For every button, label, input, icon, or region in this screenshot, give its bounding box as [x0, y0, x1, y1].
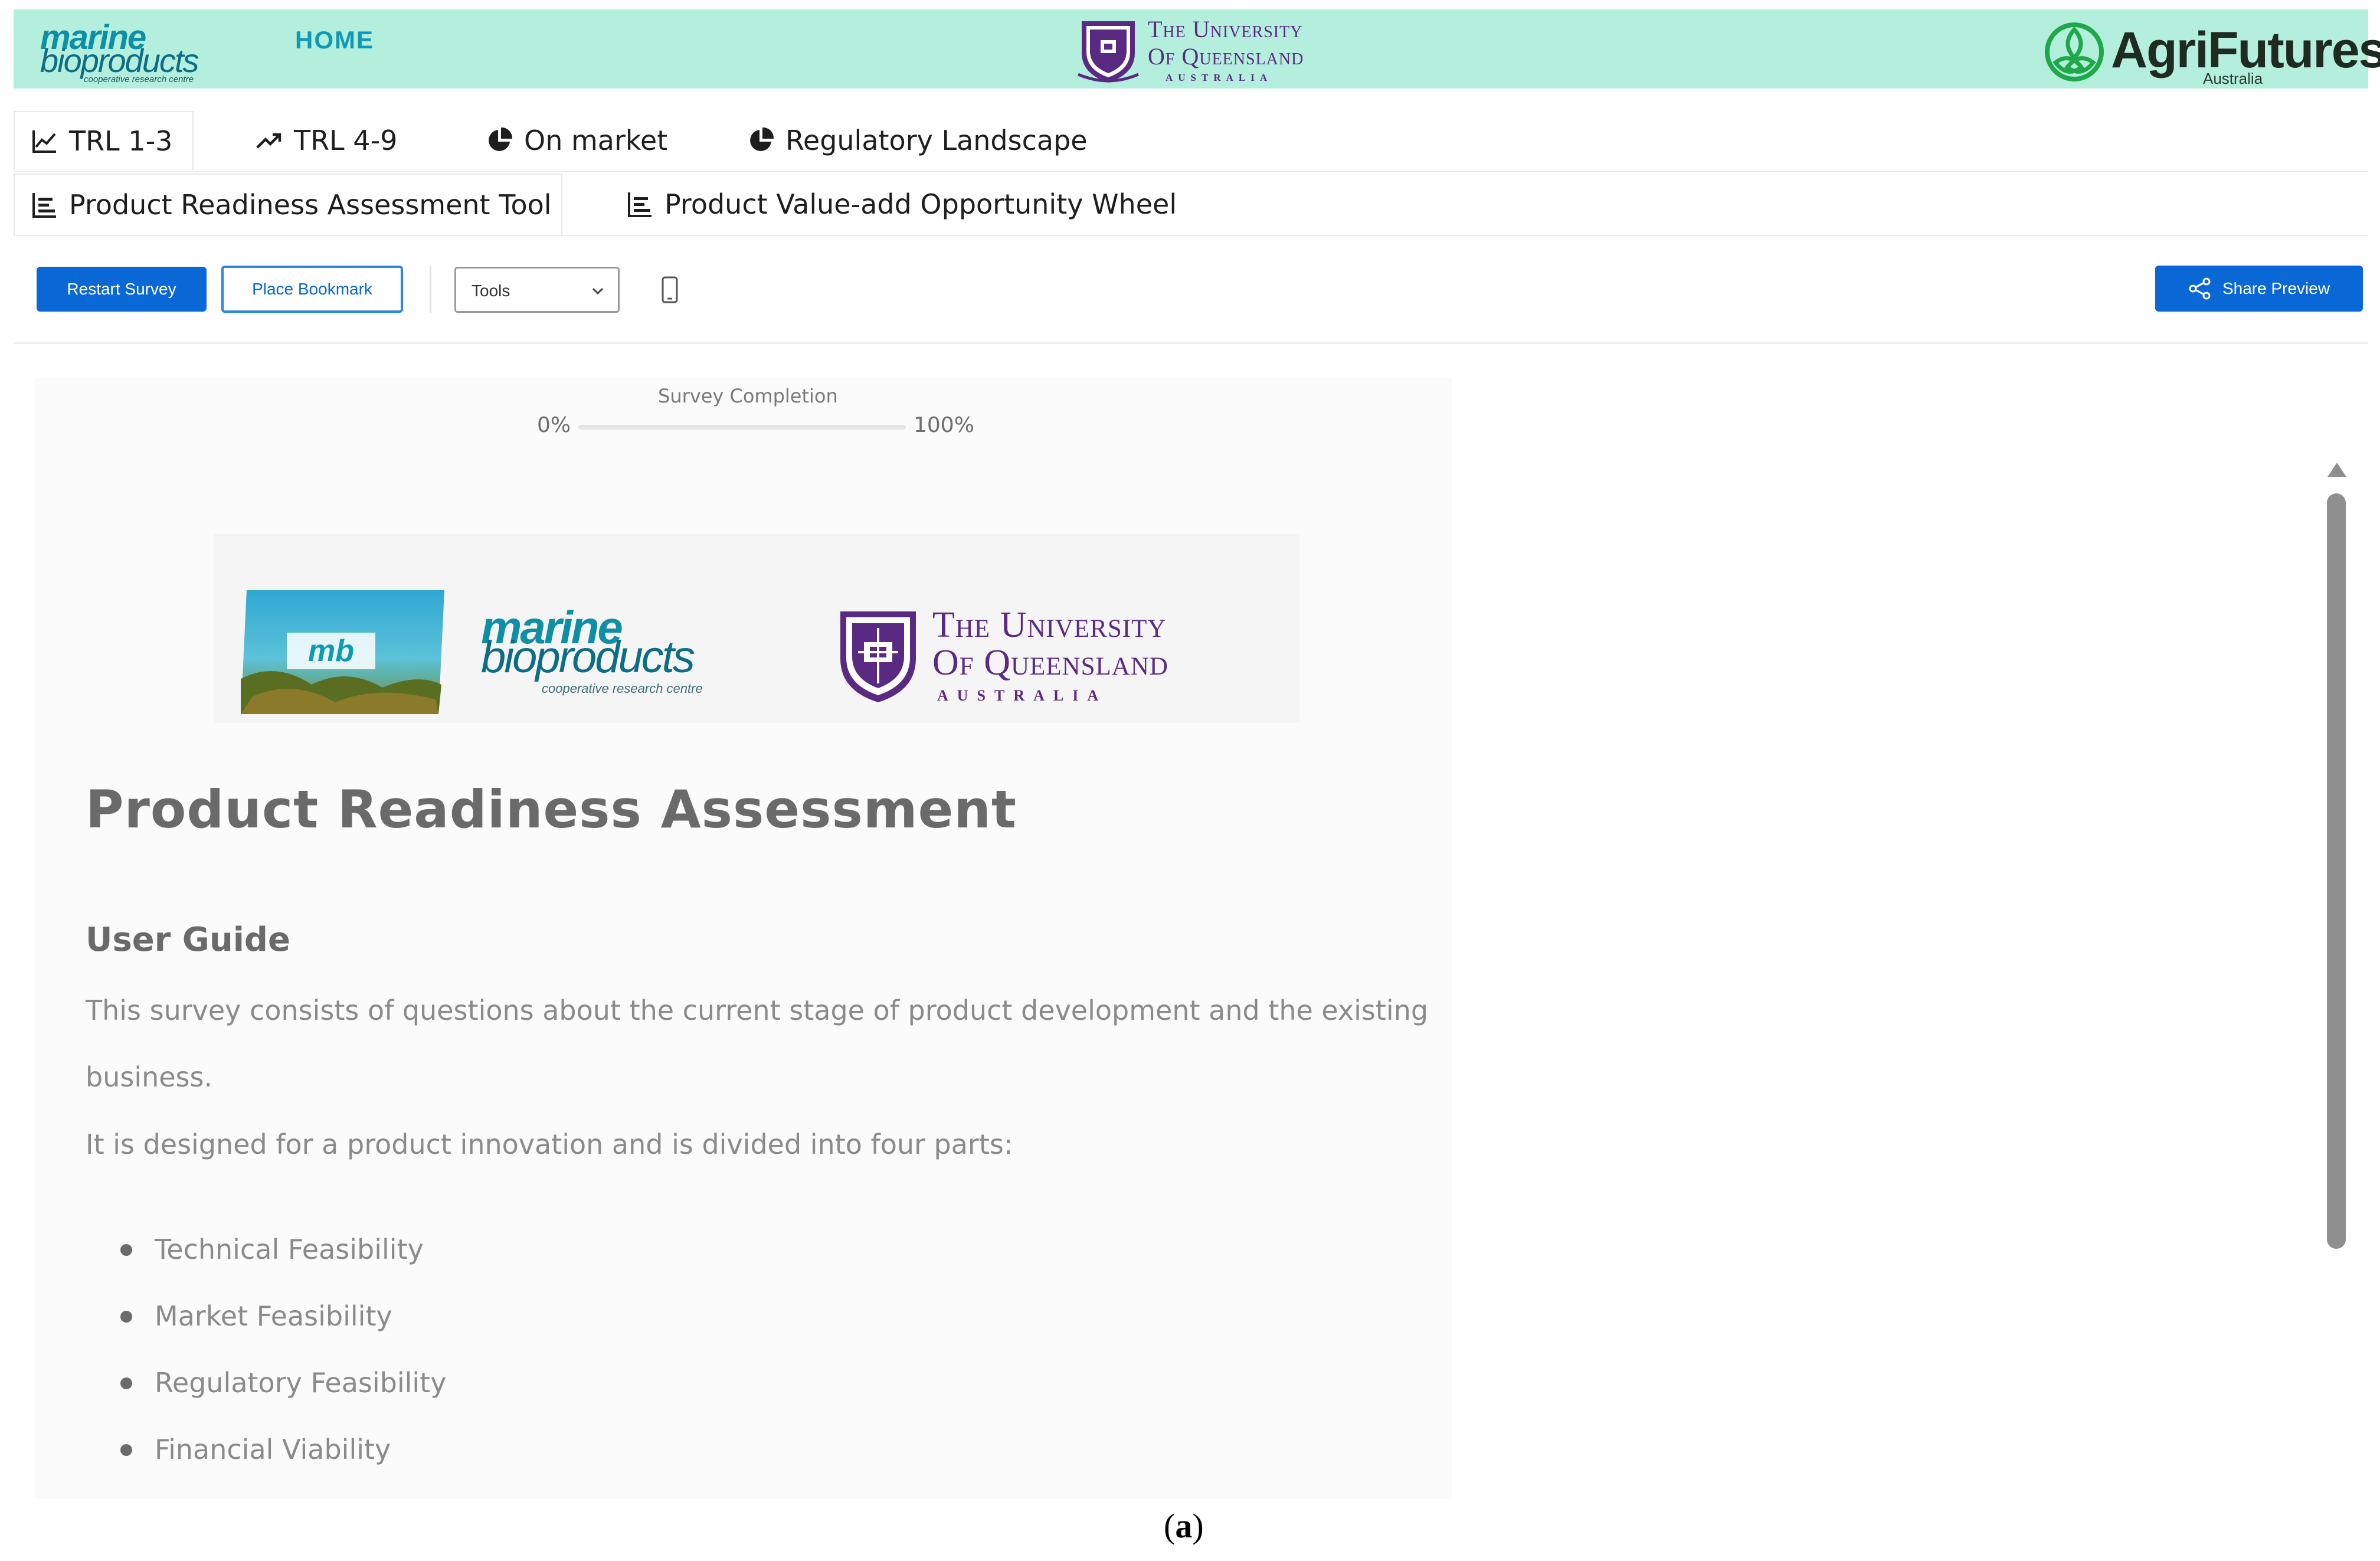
- survey-completion-label: Survey Completion: [658, 385, 838, 407]
- bar-chart-icon: [628, 192, 652, 217]
- pie-chart-icon: [750, 127, 774, 151]
- uq-logo-line2: Of Queensland: [1148, 43, 1304, 70]
- mb-badge-text: mb: [308, 634, 354, 668]
- tab-label: Regulatory Landscape: [785, 125, 1088, 156]
- list-item: Technical Feasibility: [118, 1233, 446, 1300]
- agrifutures-mark-icon: [2045, 22, 2104, 81]
- marine-bioproducts-photo-logo: mb: [241, 590, 444, 714]
- page-title: Product Readiness Assessment: [86, 779, 1017, 840]
- uq-logo-line3: AUSTRALIA: [937, 687, 1108, 704]
- uq-logo-line1: The University: [932, 605, 1167, 645]
- progress-max-label: 100%: [914, 413, 974, 437]
- caption-open: (: [1164, 1507, 1176, 1545]
- toolbar-divider-line: [14, 342, 2368, 344]
- home-link[interactable]: HOME: [295, 26, 374, 54]
- uq-logo-line2: Of Queensland: [932, 643, 1168, 683]
- place-bookmark-label: Place Bookmark: [252, 280, 372, 298]
- uq-logo-line1: The University: [1148, 16, 1303, 42]
- tab-on-market[interactable]: On market: [485, 111, 667, 170]
- tab-label: On market: [524, 125, 668, 156]
- tab-value-add-wheel[interactable]: Product Value-add Opportunity Wheel: [626, 174, 1177, 235]
- line-chart-icon: [32, 130, 56, 153]
- logo-text-crc: cooperative research centre: [542, 681, 703, 696]
- tab-row-divider: [14, 171, 2368, 172]
- share-preview-label: Share Preview: [2222, 279, 2330, 297]
- tab-product-readiness-tool[interactable]: Product Readiness Assessment Tool: [14, 174, 562, 235]
- tab-row-divider: [14, 235, 2368, 236]
- survey-progress-bar: [578, 425, 906, 430]
- survey-parts-list: Technical Feasibility Market Feasibility…: [118, 1233, 446, 1500]
- pie-chart-icon: [489, 127, 513, 151]
- tools-dropdown[interactable]: Tools: [454, 267, 620, 313]
- tab-label: TRL 4-9: [294, 125, 398, 156]
- agrifutures-sub: Australia: [2203, 70, 2263, 87]
- guide-paragraph-line2: business.: [86, 1061, 213, 1093]
- top-header-bar: marine bioproducts cooperative research …: [14, 9, 2380, 89]
- caption-close: ): [1192, 1507, 1204, 1545]
- figure-caption: (a): [1164, 1506, 1204, 1546]
- list-item: Market Feasibility: [118, 1300, 446, 1367]
- restart-survey-button[interactable]: Restart Survey: [37, 267, 207, 312]
- mobile-device-icon[interactable]: [661, 276, 679, 303]
- guide-paragraph-2: It is designed for a product innovation …: [86, 1128, 1013, 1160]
- tab-label: Product Value-add Opportunity Wheel: [664, 188, 1177, 220]
- tools-dropdown-value: Tools: [472, 282, 510, 300]
- tab-trl-4-9[interactable]: TRL 4-9: [255, 111, 397, 170]
- user-guide-heading: User Guide: [86, 921, 290, 959]
- restart-survey-label: Restart Survey: [67, 280, 176, 298]
- uq-logo: The University Of Queensland AUSTRALIA: [1076, 13, 1371, 87]
- tab-label: Product Readiness Assessment Tool: [69, 189, 552, 221]
- agrifutures-logo: AgriFutures Australia: [2044, 13, 2380, 87]
- tab-regulatory-landscape[interactable]: Regulatory Landscape: [747, 111, 1088, 170]
- logo-text-crc: cooperative research centre: [84, 74, 194, 84]
- trending-up-icon: [256, 133, 281, 149]
- share-icon: [2189, 277, 2211, 300]
- scroll-up-arrow-icon[interactable]: [2325, 460, 2349, 479]
- chevron-down-icon: [592, 287, 604, 295]
- progress-min-label: 0%: [537, 413, 571, 437]
- bar-chart-icon: [32, 193, 56, 218]
- share-preview-button[interactable]: Share Preview: [2155, 266, 2363, 312]
- list-item: Financial Viability: [118, 1434, 446, 1500]
- marine-bioproducts-logo[interactable]: marine bioproducts cooperative research …: [40, 15, 235, 86]
- guide-paragraph-line1: This survey consists of questions about …: [86, 994, 1429, 1026]
- tab-label: TRL 1-3: [69, 125, 173, 157]
- uq-crest-icon: [1078, 21, 1139, 83]
- caption-letter: a: [1175, 1507, 1193, 1545]
- list-item: Regulatory Feasibility: [118, 1367, 446, 1434]
- tab-trl-1-3[interactable]: TRL 1-3: [14, 111, 194, 170]
- logo-text-bioproducts: bioproducts: [481, 632, 695, 682]
- toolbar-divider: [430, 266, 431, 313]
- uq-logo-line3: AUSTRALIA: [1166, 72, 1273, 83]
- place-bookmark-button[interactable]: Place Bookmark: [221, 266, 403, 313]
- uq-crest-icon: [840, 611, 916, 702]
- scrollbar-thumb[interactable]: [2327, 493, 2346, 1249]
